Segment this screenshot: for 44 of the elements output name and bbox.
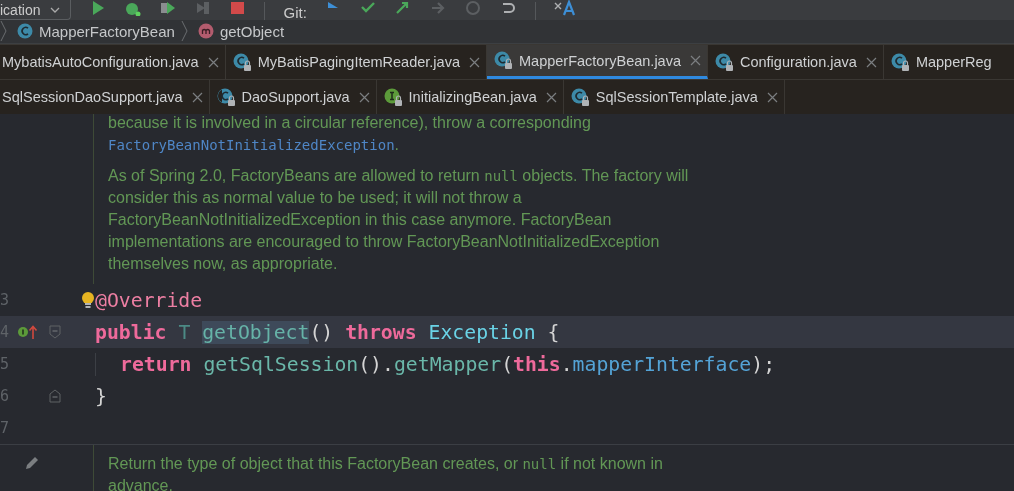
code-line: } bbox=[95, 384, 107, 408]
chevron-icon bbox=[180, 20, 188, 42]
breadcrumb-item[interactable]: MapperFactoryBean bbox=[17, 22, 175, 40]
class-icon bbox=[17, 23, 33, 39]
lightbulb-icon[interactable] bbox=[81, 291, 95, 309]
close-icon[interactable] bbox=[865, 56, 877, 68]
code-line: return getSqlSession().getMapper(this.mapperInterface); bbox=[95, 352, 776, 376]
close-icon[interactable] bbox=[191, 91, 203, 103]
line-number: 3 bbox=[0, 291, 9, 309]
coverage-icon[interactable] bbox=[159, 0, 177, 16]
close-icon[interactable] bbox=[358, 91, 370, 103]
close-icon[interactable] bbox=[690, 55, 701, 66]
close-icon[interactable] bbox=[766, 91, 778, 103]
file-class-icon bbox=[715, 52, 734, 72]
code-line: @Override bbox=[95, 288, 203, 312]
doc-paragraph: Return the type of object that this FactoryBean creates, or null if not known in advance. bbox=[108, 454, 664, 491]
code-line: public T getObject() throws Exception { bbox=[95, 320, 560, 344]
editor-tab[interactable]: MapperFactoryBean.java bbox=[487, 45, 708, 79]
file-interface-icon bbox=[383, 87, 403, 107]
fold-icon[interactable] bbox=[48, 389, 61, 403]
translate-icon[interactable] bbox=[553, 0, 576, 16]
close-icon[interactable] bbox=[207, 56, 219, 68]
stop-icon[interactable] bbox=[229, 0, 247, 16]
bug-icon[interactable] bbox=[124, 0, 142, 16]
line-number: 6 bbox=[0, 387, 9, 405]
editor-tab[interactable]: MapperReg bbox=[883, 45, 1014, 79]
doc-paragraph: As of Spring 2.0, FactoryBeans are allowed to return null objects. The factory will consider this as normal value to be used; it will not throw a FactoryBeanNotInitializedException in this case anymore. FactoryBean implementations are encouraged to throw FactoryBeanNotInitializedException themselves now, as appropriate. bbox=[108, 166, 690, 274]
line-number: 7 bbox=[0, 419, 9, 437]
file-class-icon bbox=[232, 52, 252, 72]
chevron-icon bbox=[0, 20, 7, 42]
close-icon[interactable] bbox=[469, 56, 480, 68]
file-abstract-icon bbox=[216, 87, 236, 107]
doc-paragraph: because it is involved in a circular reference), throw a corresponding FactoryBeanNotInitializedException. bbox=[108, 114, 592, 155]
pencil-icon[interactable] bbox=[24, 455, 40, 471]
implements-marker-icon[interactable] bbox=[17, 324, 39, 340]
close-icon[interactable] bbox=[545, 91, 557, 103]
line-number: 5 bbox=[0, 355, 9, 373]
file-class-icon bbox=[890, 52, 910, 72]
file-class-icon bbox=[494, 51, 513, 70]
file-class-icon bbox=[570, 87, 590, 107]
breadcrumb-item[interactable]: getObject bbox=[197, 22, 285, 40]
caret-icon bbox=[50, 6, 61, 13]
vcs-label: Git: bbox=[283, 6, 307, 20]
method-icon bbox=[197, 23, 214, 39]
